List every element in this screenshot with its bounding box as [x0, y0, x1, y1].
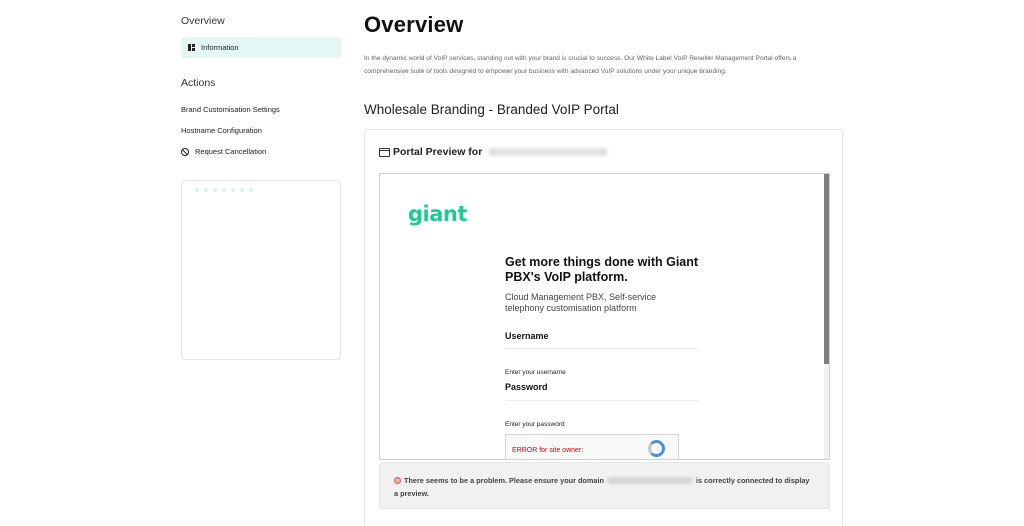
action-hostname-configuration[interactable]: Hostname Configuration — [181, 126, 262, 135]
action-label: Hostname Configuration — [181, 126, 262, 135]
page-title: Overview — [364, 12, 464, 37]
browser-window-icon — [379, 147, 390, 157]
cancel-icon — [181, 147, 189, 156]
password-label: Password — [505, 382, 548, 392]
section-title: Wholesale Branding - Branded VoIP Portal — [364, 102, 619, 117]
password-help: Enter your password — [505, 421, 565, 428]
username-input[interactable] — [505, 348, 699, 349]
redacted-domain — [488, 148, 609, 156]
alert-text-before: There seems to be a problem. Please ensu… — [404, 476, 604, 485]
alert-text: There seems to be a problem. Please ensu… — [394, 474, 814, 500]
loading-dots — [195, 188, 253, 192]
portal-preview-card: Portal Preview for giant Get more things… — [364, 129, 843, 526]
preview-scrollbar[interactable] — [824, 174, 829, 459]
action-label: Brand Customisation Settings — [181, 105, 280, 114]
error-icon — [394, 477, 401, 484]
login-headline: Get more things done with Giant PBX's Vo… — [505, 255, 699, 284]
card-heading-label: Portal Preview for — [393, 146, 483, 158]
recaptcha-icon — [648, 440, 665, 457]
preview-error-alert: There seems to be a problem. Please ensu… — [379, 462, 830, 509]
recaptcha-error: ERROR for site owner: — [512, 447, 584, 454]
dashboard-icon — [188, 44, 195, 51]
recaptcha-widget[interactable]: ERROR for site owner: — [505, 434, 679, 459]
action-brand-customisation[interactable]: Brand Customisation Settings — [181, 105, 280, 114]
action-request-cancellation[interactable]: Request Cancellation — [181, 147, 266, 156]
portal-preview-frame[interactable]: giant Get more things done with Giant PB… — [379, 173, 830, 460]
username-label: Username — [505, 331, 549, 341]
sidebar-panel — [181, 180, 341, 360]
action-label: Request Cancellation — [195, 147, 267, 156]
password-input[interactable] — [505, 400, 699, 401]
redacted-domain — [606, 477, 693, 484]
sidebar-overview-heading: Overview — [181, 15, 225, 27]
brand-logo: giant — [408, 202, 467, 226]
username-help: Enter your username — [505, 369, 566, 376]
login-subheadline: Cloud Management PBX, Self-service telep… — [505, 292, 657, 313]
sidebar-item-information[interactable]: Information — [181, 37, 341, 58]
intro-text: In the dynamic world of VoIP services, s… — [364, 55, 797, 75]
scrollbar-thumb[interactable] — [824, 174, 829, 364]
card-heading: Portal Preview for — [379, 146, 609, 158]
sidebar-actions-heading: Actions — [181, 77, 216, 89]
sidebar-item-label: Information — [201, 43, 239, 52]
